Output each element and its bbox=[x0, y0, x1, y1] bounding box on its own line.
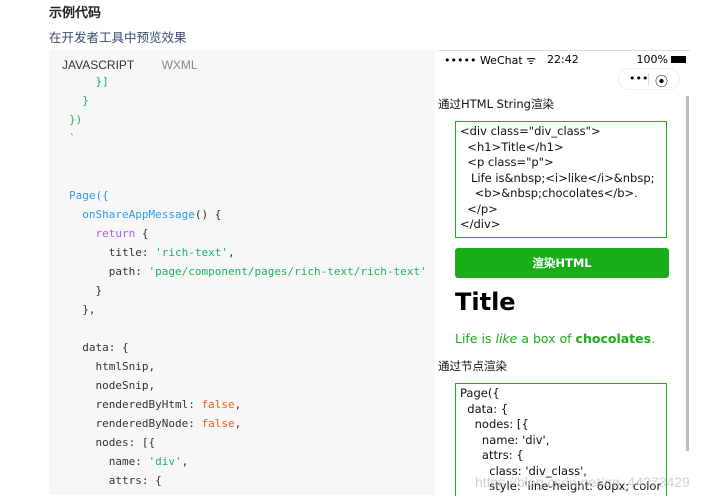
code-token: , bbox=[241, 493, 248, 495]
code-line: title: 'rich-text', bbox=[69, 243, 427, 262]
code-line: nodeSnip, bbox=[69, 376, 427, 395]
code-line: renderedByHtml: false, bbox=[69, 395, 427, 414]
code-token: renderedByHtml: bbox=[69, 398, 202, 411]
preview-link[interactable]: 在开发者工具中预览效果 bbox=[49, 27, 187, 46]
code-token: 'rich-text' bbox=[155, 246, 228, 259]
code-token: 'page/component/pages/rich-text/rich-tex… bbox=[148, 265, 427, 278]
render-html-button[interactable]: 渲染HTML bbox=[455, 248, 669, 278]
text: Life is bbox=[455, 331, 496, 346]
code-line: return { bbox=[69, 224, 427, 243]
code-token: , bbox=[181, 455, 189, 468]
code-token: htmlSnip, bbox=[69, 360, 156, 373]
code-token: path: bbox=[69, 265, 149, 278]
tab-javascript[interactable]: JAVASCRIPT bbox=[62, 58, 134, 72]
code-line: htmlSnip, bbox=[69, 357, 427, 376]
code-token: onShareAppMessage bbox=[69, 208, 195, 221]
rendered-paragraph: Life is like a box of chocolates. bbox=[455, 331, 655, 346]
tab-wxml[interactable]: WXML bbox=[162, 58, 198, 72]
code-token: } bbox=[69, 94, 89, 107]
code-token: { bbox=[135, 227, 149, 240]
code-token: , bbox=[234, 417, 242, 430]
capsule-menu: ••• ⦿ bbox=[618, 68, 680, 90]
code-token: renderedByNode: bbox=[69, 417, 202, 430]
close-icon[interactable]: ⦿ bbox=[655, 71, 668, 90]
code-token: ` bbox=[69, 132, 76, 145]
code-line: }) bbox=[69, 110, 427, 129]
watermark: https://blog.csdn.net/qq_44273429 bbox=[475, 474, 690, 490]
code-line: attrs: { bbox=[69, 471, 427, 490]
code-line: nodes: [{ bbox=[69, 433, 427, 452]
code-block: }] }}) ` Page({ onShareAppMessage() { retu… bbox=[69, 72, 427, 495]
clock: 22:42 bbox=[547, 53, 579, 66]
code-line: name: 'div', bbox=[69, 452, 427, 471]
italic-text: like bbox=[495, 331, 518, 346]
code-line: path: 'page/component/pages/rich-text/ri… bbox=[69, 262, 427, 281]
status-bar: ••••• WeChat ᯤ 22:42 100% bbox=[444, 53, 686, 67]
code-token: nodes: [{ bbox=[69, 436, 156, 449]
section-heading: 示例代码 bbox=[49, 5, 102, 20]
html-snip-textarea[interactable]: <div class="div_class"> <h1>Title</h1> <… bbox=[455, 121, 667, 238]
phone-preview: ••••• WeChat ᯤ 22:42 100% ••• ⦿ 通过HTML S… bbox=[438, 50, 690, 496]
capsule-divider bbox=[648, 73, 649, 85]
code-token: false bbox=[201, 398, 235, 411]
rendered-title: Title bbox=[455, 288, 516, 316]
code-line: class: 'div_class', bbox=[69, 490, 427, 495]
code-panel: JAVASCRIPT WXML }] }}) ` Page({ onShareApp… bbox=[49, 50, 435, 495]
carrier: ••••• WeChat ᯤ bbox=[444, 54, 537, 67]
code-line: }] bbox=[69, 72, 427, 91]
code-token: () { bbox=[194, 208, 222, 221]
code-token: }) bbox=[69, 113, 83, 126]
section-node: 通过节点渲染 bbox=[438, 359, 507, 373]
code-token: nodeSnip, bbox=[69, 379, 156, 392]
code-token: name: bbox=[69, 455, 149, 468]
code-line: } bbox=[69, 91, 427, 110]
code-line: renderedByNode: false, bbox=[69, 414, 427, 433]
code-line: data: { bbox=[69, 338, 427, 357]
code-token: 'div_class' bbox=[168, 493, 241, 495]
battery-icon bbox=[671, 56, 686, 63]
phone-scrollbar[interactable] bbox=[686, 96, 689, 451]
code-line: ` bbox=[69, 129, 427, 148]
code-token: 'div' bbox=[148, 455, 182, 468]
period: . bbox=[651, 331, 656, 346]
bold-text: chocolates bbox=[575, 331, 652, 346]
code-line: } bbox=[69, 281, 427, 300]
code-token: , bbox=[227, 246, 235, 259]
more-icon[interactable]: ••• bbox=[629, 72, 648, 85]
code-token: }, bbox=[69, 303, 96, 316]
code-token: class bbox=[69, 493, 155, 495]
section-html-string: 通过HTML String渲染 bbox=[438, 97, 554, 111]
code-token: , bbox=[234, 398, 242, 411]
code-token: attrs: { bbox=[69, 474, 162, 487]
code-token: false bbox=[201, 417, 235, 430]
code-tabs: JAVASCRIPT WXML bbox=[62, 58, 222, 72]
code-line: Page({ bbox=[69, 186, 427, 205]
code-token: title: bbox=[69, 246, 156, 259]
code-line: }, bbox=[69, 300, 427, 319]
battery-text: 100% bbox=[636, 53, 668, 66]
code-token: return bbox=[69, 227, 136, 240]
code-token: data: { bbox=[69, 341, 129, 354]
code-token: }] bbox=[69, 75, 109, 88]
code-line: onShareAppMessage() { bbox=[69, 205, 427, 224]
code-token: Page({ bbox=[69, 189, 109, 202]
code-token: } bbox=[69, 284, 103, 297]
code-token: : bbox=[155, 493, 168, 495]
text: a box of bbox=[517, 331, 576, 346]
